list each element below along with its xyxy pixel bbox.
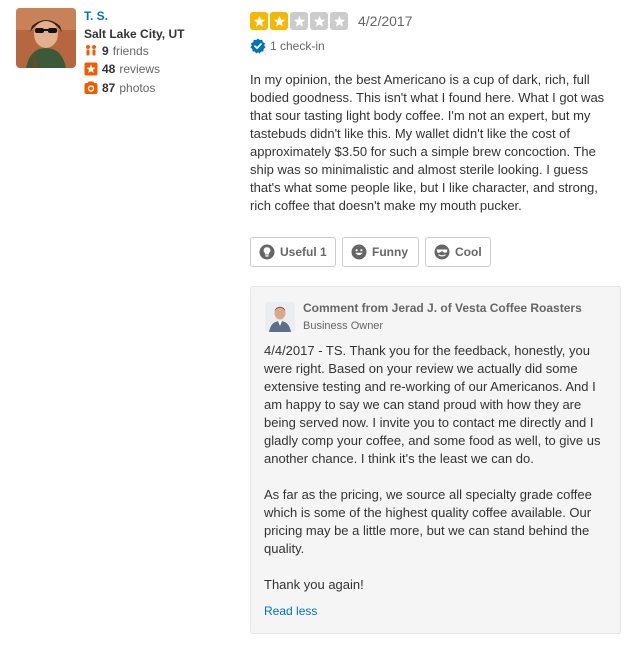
user-name[interactable]: T. S. (84, 9, 108, 23)
useful-button[interactable]: Useful 1 (250, 237, 336, 267)
star-filled-icon (270, 12, 288, 30)
lightbulb-icon (259, 244, 275, 260)
user-location: Salt Lake City, UT (84, 27, 185, 41)
comment-paragraph: Thank you again! (264, 577, 364, 592)
cool-label: Cool (455, 245, 482, 259)
comment-paragraph: 4/4/2017 - TS. Thank you for the feedbac… (264, 343, 601, 466)
friends-count: 9 (102, 44, 109, 58)
star-rating (250, 12, 348, 30)
reviews-count: 48 (102, 62, 116, 76)
checkin-text: 1 check-in (270, 39, 325, 53)
sunglasses-face-icon (434, 244, 450, 260)
checkin-badge-icon (250, 38, 266, 54)
cool-button[interactable]: Cool (425, 237, 491, 267)
photos-stat: 87 photos (84, 81, 155, 95)
star-square-icon (84, 62, 98, 76)
owner-avatar[interactable] (265, 302, 295, 332)
friends-icon (86, 45, 96, 56)
checkin-info: 1 check-in (250, 38, 325, 54)
comment-paragraph: As far as the pricing, we source all spe… (264, 487, 592, 556)
review-text: In my opinion, the best Americano is a c… (250, 72, 605, 213)
comment-text: 4/4/2017 - TS. Thank you for the feedbac… (264, 342, 614, 612)
funny-label: Funny (372, 245, 408, 259)
star-empty-icon (290, 12, 308, 30)
funny-button[interactable]: Funny (342, 237, 419, 267)
star-empty-icon (310, 12, 328, 30)
read-less-link[interactable]: Read less (264, 604, 317, 618)
reviews-stat: 48 reviews (84, 62, 160, 76)
owner-comment: Comment from Jerad J. of Vesta Coffee Ro… (250, 286, 621, 634)
useful-label: Useful 1 (280, 245, 327, 259)
owner-role: Business Owner (303, 320, 384, 332)
friends-stat: 9 friends (84, 44, 149, 58)
vote-buttons: Useful 1 Funny Cool (250, 237, 491, 267)
star-filled-icon (250, 12, 268, 30)
user-avatar[interactable] (16, 8, 76, 68)
friends-label: friends (112, 44, 149, 58)
reviews-label: reviews (119, 62, 161, 76)
comment-author: Comment from Jerad J. of Vesta Coffee Ro… (303, 301, 582, 315)
smile-icon (351, 244, 367, 260)
photos-label: photos (119, 81, 156, 95)
star-empty-icon (330, 12, 348, 30)
photos-count: 87 (102, 81, 116, 95)
review-date: 4/2/2017 (358, 13, 413, 29)
camera-icon (84, 81, 98, 94)
